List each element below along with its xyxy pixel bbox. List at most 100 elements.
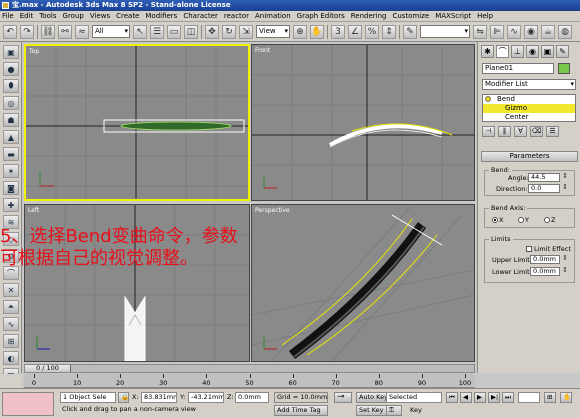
make-unique-icon[interactable]: ∀ bbox=[514, 126, 527, 137]
zoom-extents-icon[interactable]: ⊞ bbox=[544, 392, 556, 403]
stack-item-gizmo[interactable]: Gizmo bbox=[483, 104, 575, 113]
prev-frame-icon[interactable]: ◀ bbox=[460, 392, 472, 403]
angle-spinner[interactable]: 44.5 bbox=[528, 173, 568, 182]
select-object-icon[interactable]: ↖ bbox=[133, 24, 147, 39]
quick-render-icon[interactable]: ◍ bbox=[558, 24, 572, 39]
curve-editor-icon[interactable]: ∿ bbox=[507, 24, 521, 39]
menu-file[interactable]: File bbox=[2, 12, 14, 20]
torus-icon[interactable]: ◎ bbox=[3, 96, 19, 110]
cylinder-icon[interactable]: ⬮ bbox=[3, 79, 19, 93]
pivot-center-icon[interactable]: ⊕ bbox=[293, 24, 307, 39]
maxscript-listener[interactable] bbox=[2, 392, 54, 416]
light-icon[interactable]: ✶ bbox=[3, 164, 19, 178]
time-slider-thumb[interactable]: 0 / 100 bbox=[25, 365, 71, 372]
menu-group[interactable]: Group bbox=[63, 12, 84, 20]
axis-x-radio[interactable]: X bbox=[492, 216, 503, 224]
undo-icon[interactable]: ↶ bbox=[3, 24, 17, 39]
y-coord-field[interactable]: -43.21mm bbox=[188, 392, 224, 403]
percent-snap-icon[interactable]: % bbox=[365, 24, 379, 39]
named-selection-dropdown[interactable] bbox=[420, 25, 470, 38]
pan-view-icon[interactable]: ✋ bbox=[560, 392, 572, 403]
next-frame-icon[interactable]: ▶| bbox=[488, 392, 500, 403]
align-icon[interactable]: ⊫ bbox=[490, 24, 504, 39]
go-to-end-icon[interactable]: ⏭ bbox=[502, 392, 514, 403]
x-coord-field[interactable]: 83.831mm bbox=[141, 392, 177, 403]
render-scene-icon[interactable]: ☕ bbox=[541, 24, 555, 39]
current-frame-field[interactable] bbox=[518, 392, 540, 403]
viewport-label-left[interactable]: Left bbox=[28, 207, 39, 214]
lightbulb-icon[interactable] bbox=[485, 96, 491, 102]
select-by-name-icon[interactable]: ☰ bbox=[150, 24, 164, 39]
select-scale-icon[interactable]: ⇲ bbox=[239, 24, 253, 39]
redo-icon[interactable]: ↷ bbox=[20, 24, 34, 39]
spinner-snap-icon[interactable]: ⇕ bbox=[382, 24, 396, 39]
track-bar[interactable]: 0 10 20 30 40 50 60 70 80 90 100 bbox=[24, 374, 475, 388]
rect-selection-icon[interactable]: ▭ bbox=[167, 24, 181, 39]
menu-create[interactable]: Create bbox=[116, 12, 139, 20]
z-coord-field[interactable]: 0.0mm bbox=[235, 392, 269, 403]
camera-icon[interactable]: ◙ bbox=[3, 181, 19, 195]
menu-modifiers[interactable]: Modifiers bbox=[145, 12, 177, 20]
select-link-icon[interactable]: ⛓ bbox=[41, 24, 55, 39]
motion-tab-icon[interactable]: ◉ bbox=[526, 45, 539, 58]
viewport-label-perspective[interactable]: Perspective bbox=[255, 207, 290, 214]
add-time-tag-button[interactable]: Add Time Tag bbox=[274, 405, 328, 416]
stack-item-center[interactable]: Center bbox=[483, 113, 575, 122]
lower-limit-spinner[interactable]: 0.0mm bbox=[530, 267, 568, 276]
viewport-top[interactable]: Top bbox=[24, 44, 250, 201]
stack-item-bend[interactable]: Bend bbox=[483, 95, 575, 104]
key-mode-icon[interactable]: ⊸ bbox=[334, 392, 352, 403]
ffd-icon[interactable]: ⊞ bbox=[3, 334, 19, 348]
upper-limit-spinner[interactable]: 0.0mm bbox=[530, 255, 568, 264]
menu-graph-editors[interactable]: Graph Editors bbox=[297, 12, 345, 20]
viewport-label-front[interactable]: Front bbox=[255, 47, 270, 54]
menu-reactor[interactable]: reactor bbox=[224, 12, 249, 20]
axis-z-radio[interactable]: Z bbox=[544, 216, 555, 224]
cone-icon[interactable]: ▲ bbox=[3, 130, 19, 144]
modifier-list-dropdown[interactable]: Modifier List bbox=[482, 79, 576, 90]
menu-rendering[interactable]: Rendering bbox=[351, 12, 387, 20]
mirror-icon[interactable]: ⇋ bbox=[473, 24, 487, 39]
sphere-icon[interactable]: ● bbox=[3, 62, 19, 76]
modify-tab-icon[interactable]: ⌒ bbox=[496, 45, 509, 58]
go-to-start-icon[interactable]: ⏮ bbox=[446, 392, 458, 403]
snap-toggle-icon[interactable]: 3 bbox=[331, 24, 345, 39]
key-filter-dropdown[interactable]: Selected bbox=[386, 392, 442, 403]
teapot-icon[interactable]: ☗ bbox=[3, 113, 19, 127]
bind-spacewarp-icon[interactable]: ≈ bbox=[75, 24, 89, 39]
viewport-label-top[interactable]: Top bbox=[29, 48, 39, 55]
menu-customize[interactable]: Customize bbox=[392, 12, 429, 20]
parameters-rollout-header[interactable]: Parameters bbox=[481, 151, 578, 162]
mesh-smooth-icon[interactable]: ◐ bbox=[3, 351, 19, 365]
reference-coord-dropdown[interactable]: View bbox=[256, 25, 290, 38]
select-move-icon[interactable]: ✥ bbox=[205, 24, 219, 39]
twist-icon[interactable]: ✕ bbox=[3, 283, 19, 297]
angle-snap-icon[interactable]: ∠ bbox=[348, 24, 362, 39]
menu-maxscript[interactable]: MAXScript bbox=[435, 12, 471, 20]
menu-tools[interactable]: Tools bbox=[39, 12, 56, 20]
axis-y-radio[interactable]: Y bbox=[518, 216, 529, 224]
noise-icon[interactable]: ∿ bbox=[3, 317, 19, 331]
unlink-icon[interactable]: ⚯ bbox=[58, 24, 72, 39]
create-tab-icon[interactable]: ✱ bbox=[481, 45, 494, 58]
play-icon[interactable]: ▶ bbox=[474, 392, 486, 403]
menu-help[interactable]: Help bbox=[477, 12, 493, 20]
select-rotate-icon[interactable]: ↻ bbox=[222, 24, 236, 39]
set-key-button[interactable]: Set Key bbox=[356, 405, 387, 416]
box-icon[interactable]: ▣ bbox=[3, 45, 19, 59]
menu-views[interactable]: Views bbox=[90, 12, 110, 20]
object-color-swatch[interactable] bbox=[558, 63, 570, 74]
lock-selection-icon[interactable]: 🔒 bbox=[118, 392, 129, 403]
menu-animation[interactable]: Animation bbox=[255, 12, 291, 20]
menu-character[interactable]: Character bbox=[183, 12, 218, 20]
taper-icon[interactable]: ⏶ bbox=[3, 300, 19, 314]
display-tab-icon[interactable]: ▣ bbox=[541, 45, 554, 58]
show-end-result-icon[interactable]: ∥ bbox=[498, 126, 511, 137]
manipulate-icon[interactable]: ✋ bbox=[310, 24, 324, 39]
menu-edit[interactable]: Edit bbox=[20, 12, 34, 20]
direction-spinner[interactable]: 0.0 bbox=[528, 184, 568, 193]
time-slider[interactable]: 0 / 100 bbox=[24, 364, 475, 373]
object-name-field[interactable]: Plane01 bbox=[482, 63, 554, 74]
selection-filter-dropdown[interactable]: All bbox=[92, 25, 130, 38]
viewport-front[interactable]: Front bbox=[251, 44, 475, 201]
